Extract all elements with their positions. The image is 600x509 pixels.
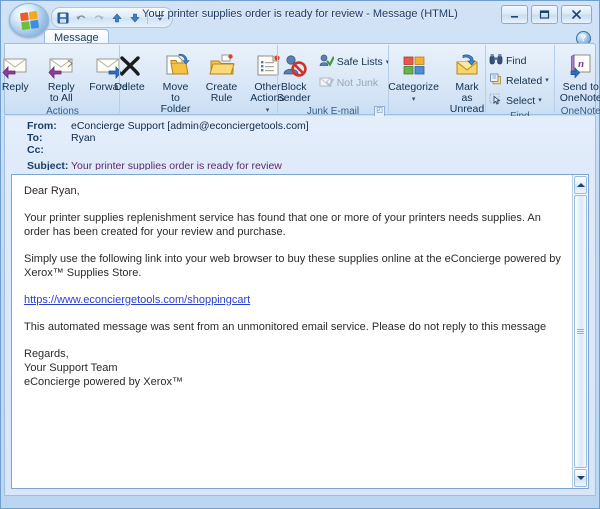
- scrollbar-thumb[interactable]: [574, 195, 587, 468]
- close-button[interactable]: [561, 5, 592, 24]
- safe-lists-icon: [319, 54, 335, 70]
- block-sender-label: Block Sender: [276, 81, 311, 104]
- send-to-onenote-button[interactable]: n Send to OneNote: [555, 48, 600, 105]
- select-label: Select: [506, 94, 536, 107]
- body-paragraph-3: This automated message was sent from an …: [24, 321, 547, 333]
- body-greeting: Dear Ryan,: [24, 185, 80, 197]
- mark-as-unread-button[interactable]: Mark as Unread: [444, 48, 491, 116]
- minimize-button[interactable]: [501, 5, 528, 24]
- maximize-button[interactable]: [531, 5, 558, 24]
- categorize-label: Categorize ▾: [388, 82, 439, 104]
- ribbon: Reply Reply to All Forward Actions Delet…: [2, 43, 600, 139]
- chevron-down-icon: [576, 476, 585, 480]
- body-signature-line-1: Your Support Team: [24, 362, 118, 374]
- to-label: To:: [27, 132, 43, 144]
- outlook-message-window: Your printer supplies order is ready for…: [0, 0, 600, 509]
- not-junk-button: Not Junk: [316, 73, 395, 93]
- ribbon-group-actions: Delete Move toFolder ▾: [114, 45, 285, 139]
- categorize-label-text: Categorize: [388, 81, 439, 93]
- body-paragraph-2: Simply use the following link into your …: [24, 253, 561, 279]
- scrollbar-grip-icon: [577, 329, 584, 334]
- cc-label: Cc:: [27, 144, 44, 156]
- chevron-up-icon: [576, 183, 585, 187]
- body-vertical-scrollbar[interactable]: [572, 175, 588, 488]
- reply-all-envelope-icon: [46, 51, 76, 81]
- ribbon-group-find: Find Related ▾ Select ▾: [485, 45, 554, 122]
- not-junk-label: Not Junk: [336, 77, 379, 89]
- to-value[interactable]: Ryan: [71, 132, 96, 144]
- message-body-text[interactable]: Dear Ryan, Your printer supplies repleni…: [12, 175, 572, 488]
- from-value[interactable]: eConcierge Support [admin@econciergetool…: [71, 120, 309, 132]
- scrollbar-track[interactable]: [574, 195, 587, 468]
- reply-all-label: Reply to All: [47, 81, 75, 104]
- block-sender-button[interactable]: Block Sender: [272, 48, 316, 105]
- header-row-from: From: eConcierge Support [admin@econcier…: [5, 120, 595, 132]
- delete-button[interactable]: Delete: [107, 48, 153, 94]
- move-folder-icon: [162, 51, 190, 81]
- ribbon-group-respond: Reply Reply to All Forward Actions: [2, 45, 128, 117]
- reply-button[interactable]: Reply: [0, 48, 38, 94]
- create-rule-label: Create Rule: [205, 81, 238, 104]
- svg-text:n: n: [578, 58, 584, 70]
- ribbon-group-options: Categorize ▾ Mark as Unread: [388, 45, 485, 128]
- send-to-onenote-label: Send to OneNote: [559, 81, 600, 104]
- onenote-icon: n: [567, 51, 595, 81]
- message-body-area: Dear Ryan, Your printer supplies repleni…: [4, 170, 596, 496]
- binoculars-icon: [489, 53, 503, 68]
- from-label: From:: [27, 120, 57, 132]
- message-header-panel: From: eConcierge Support [admin@econcier…: [4, 116, 596, 172]
- ribbon-group-onenote: n Send to OneNote OneNote: [553, 45, 600, 117]
- ribbon-tab-strip: Message ?: [4, 29, 596, 46]
- delete-x-icon: [116, 51, 144, 81]
- related-label: Related: [506, 74, 543, 87]
- ribbon-group-junk-email: Block Sender Safe Lists ▾ Not Junk Junk …: [277, 45, 389, 117]
- message-body-box: Dear Ryan, Your printer supplies repleni…: [11, 174, 589, 489]
- categorize-icon: [400, 51, 428, 81]
- reply-envelope-icon: [0, 51, 30, 81]
- mark-unread-icon: [453, 51, 481, 81]
- create-rule-icon: [208, 51, 236, 81]
- find-label: Find: [506, 54, 527, 67]
- delete-label: Delete: [114, 81, 145, 93]
- scroll-down-button[interactable]: [574, 469, 587, 487]
- not-junk-icon: [319, 75, 334, 91]
- categorize-button[interactable]: Categorize ▾: [384, 48, 444, 105]
- shopping-cart-link[interactable]: https://www.econciergetools.com/shopping…: [24, 294, 250, 306]
- chevron-down-icon: ▾: [538, 97, 542, 104]
- find-button[interactable]: Find: [486, 51, 554, 70]
- safe-lists-label: Safe Lists: [336, 56, 383, 68]
- body-signoff: Regards,: [24, 348, 69, 360]
- header-row-to: To: Ryan: [5, 132, 595, 144]
- body-signature-line-2: eConcierge powered by Xerox™: [24, 376, 183, 388]
- safe-lists-button[interactable]: Safe Lists ▾: [316, 52, 395, 72]
- select-pointer-icon: [489, 93, 503, 108]
- window-controls: [501, 5, 592, 24]
- help-icon-label: ?: [580, 33, 587, 43]
- body-link-paragraph: https://www.econciergetools.com/shopping…: [24, 293, 562, 307]
- reply-all-button[interactable]: Reply to All: [38, 48, 84, 105]
- chevron-down-icon: ▾: [265, 107, 270, 114]
- tab-message-label: Message: [54, 31, 99, 44]
- reply-label: Reply: [1, 81, 29, 93]
- chevron-down-icon: ▾: [545, 77, 549, 84]
- title-bar: Your printer supplies order is ready for…: [4, 3, 596, 37]
- body-paragraph-1: Your printer supplies replenishment serv…: [24, 212, 541, 238]
- scroll-up-button[interactable]: [574, 176, 587, 194]
- mark-as-unread-label: Mark as Unread: [449, 81, 485, 115]
- related-icon: [489, 73, 503, 88]
- create-rule-button[interactable]: Create Rule: [199, 48, 245, 105]
- block-sender-icon: [280, 51, 308, 81]
- chevron-down-icon: ▾: [411, 96, 416, 103]
- select-button[interactable]: Select ▾: [486, 91, 554, 110]
- related-button[interactable]: Related ▾: [486, 71, 554, 90]
- header-row-cc: Cc:: [5, 144, 595, 156]
